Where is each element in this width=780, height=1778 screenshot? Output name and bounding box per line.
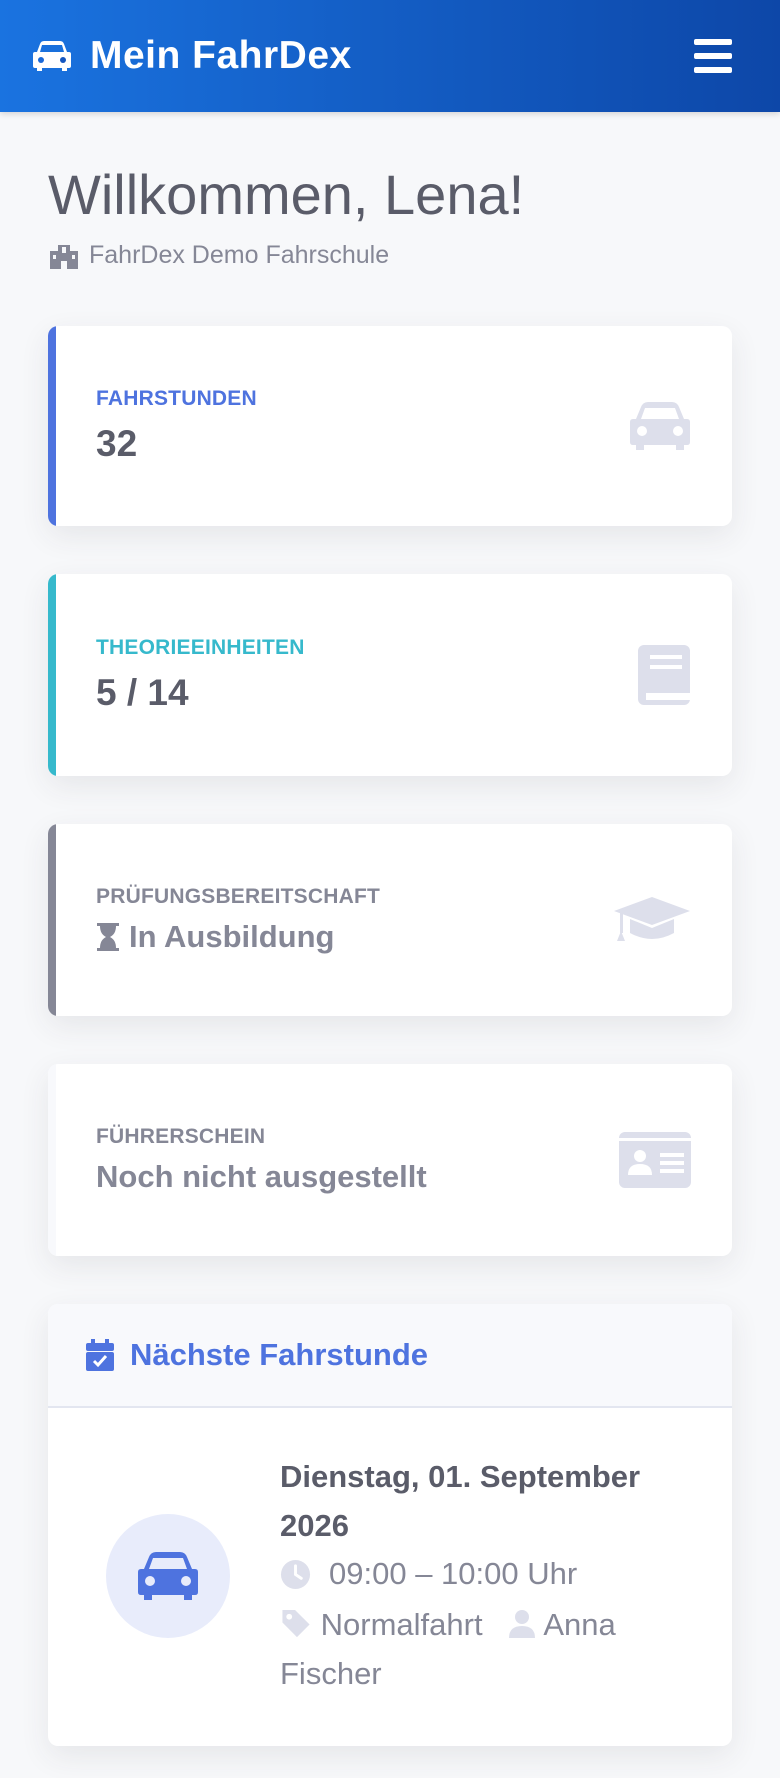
clock-icon (280, 1559, 311, 1589)
lesson-details: Dienstag, 01. September 2026 09:00 – 10:… (280, 1452, 692, 1698)
status-text: In Ausbildung (129, 919, 335, 954)
lesson-meta: Normalfahrt Anna Fischer (280, 1600, 692, 1698)
stat-value: 5 / 14 (96, 672, 189, 713)
stat-label: PRÜFUNGSBEREITSCHAFT (96, 885, 381, 908)
lesson-type-avatar (106, 1514, 230, 1638)
hourglass-icon (97, 923, 119, 951)
top-navbar: Mein FahrDex (0, 0, 780, 112)
status-value: In Ausbildung (96, 919, 380, 955)
school-info: FahrDex Demo Fahrschule (48, 241, 732, 270)
lesson-time-text: 09:00 – 10:00 Uhr (329, 1556, 578, 1591)
book-icon (638, 645, 690, 705)
stat-card-fahrstunden[interactable]: FAHRSTUNDEN 32 (48, 326, 732, 526)
calendar-check-icon (86, 1339, 114, 1371)
next-lesson-body: Dienstag, 01. September 2026 09:00 – 10:… (48, 1408, 732, 1746)
brand-title: Mein FahrDex (90, 34, 352, 77)
stat-value: 32 (96, 423, 138, 464)
user-icon (509, 1610, 536, 1638)
car-icon (138, 1552, 198, 1600)
car-icon (33, 41, 71, 71)
lesson-date: Dienstag, 01. September 2026 (280, 1459, 641, 1543)
stat-card-theorieeinheiten[interactable]: THEORIEEINHEITEN 5 / 14 (48, 574, 732, 776)
lesson-type: Normalfahrt (320, 1607, 483, 1642)
next-lesson-header: Nächste Fahrstunde (48, 1304, 732, 1408)
stat-card-pruefungsbereitschaft[interactable]: PRÜFUNGSBEREITSCHAFT In Ausbildung (48, 824, 732, 1016)
school-name: FahrDex Demo Fahrschule (89, 241, 390, 269)
tag-icon (282, 1609, 310, 1638)
brand-link[interactable]: Mein FahrDex (32, 34, 352, 78)
page-title: Willkommen, Lena! (48, 163, 525, 226)
graduation-cap-icon (614, 897, 690, 941)
next-lesson-title: Nächste Fahrstunde (130, 1337, 429, 1372)
next-lesson-card: Nächste Fahrstunde Dienstag, 01. Septemb… (48, 1304, 732, 1746)
stat-label: FAHRSTUNDEN (96, 387, 257, 410)
lesson-time: 09:00 – 10:00 Uhr (280, 1556, 692, 1592)
id-card-icon (619, 1132, 691, 1188)
school-building-icon (50, 244, 78, 269)
stat-card-fuehrerschein[interactable]: FÜHRERSCHEIN Noch nicht ausgestellt (48, 1064, 732, 1256)
hamburger-menu-icon[interactable] (694, 39, 732, 73)
stat-label: THEORIEEINHEITEN (96, 636, 305, 659)
main-content: Willkommen, Lena! FahrDex Demo Fahrschul… (0, 162, 780, 1746)
stat-label: FÜHRERSCHEIN (96, 1125, 266, 1148)
stat-value: Noch nicht ausgestellt (96, 1159, 427, 1194)
car-icon (630, 402, 690, 450)
